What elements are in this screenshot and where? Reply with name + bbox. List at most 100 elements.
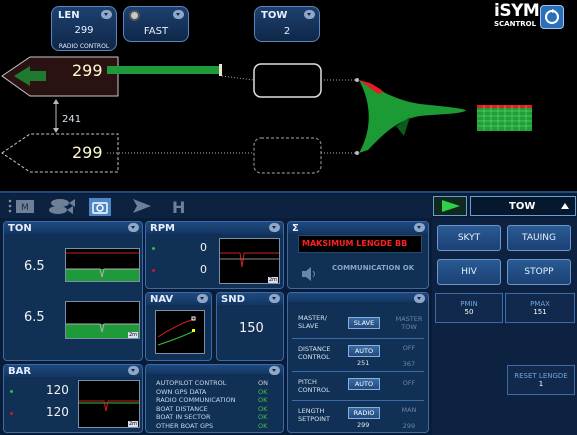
distance-control-label: DISTANCE CONTROL xyxy=(298,345,331,361)
pitch-control-button[interactable]: AUTO xyxy=(348,378,380,390)
pmin-value: 50 xyxy=(464,308,474,316)
master-slave-button[interactable]: SLAVE xyxy=(348,317,380,329)
lower-door xyxy=(253,137,322,174)
status-item-label: BOAT IN SECTOR xyxy=(156,413,211,421)
length-setpoint-button[interactable]: RADIO xyxy=(348,407,380,419)
rpm-chart-range: 2m xyxy=(267,277,278,283)
boat-distance-value: 241 xyxy=(62,114,82,125)
status-item-label: AUTOPILOT CONTROL xyxy=(156,379,227,387)
ton-lower-chart: 2m xyxy=(65,301,140,339)
reset-length-value: 1 xyxy=(538,380,544,388)
upper-wire-bar xyxy=(107,66,221,74)
rpm-dropdown-icon[interactable] xyxy=(269,223,280,232)
send-icon[interactable] xyxy=(133,199,151,213)
alarm-title: Σ xyxy=(292,223,299,234)
pitch-control-right[interactable]: OFF xyxy=(392,379,426,387)
play-button[interactable] xyxy=(433,196,467,216)
len-value: 299 xyxy=(74,25,94,36)
fish-icon[interactable] xyxy=(49,199,75,214)
len-pill[interactable]: LEN 299 RADIO CONTROL xyxy=(51,6,117,51)
status-item-label: OWN GPS DATA xyxy=(156,387,207,396)
status-item-label: BOAT DISTANCE xyxy=(156,404,208,413)
alarm-dropdown-icon[interactable] xyxy=(414,223,425,232)
chevron-up-icon xyxy=(561,203,569,209)
nav-title: NAV xyxy=(150,294,174,305)
snd-value: 150 xyxy=(239,321,264,336)
mode-select[interactable]: TOW xyxy=(470,196,576,216)
mode-label: TOW xyxy=(509,201,536,212)
tow-label: TOW xyxy=(261,10,288,21)
refresh-icon xyxy=(540,5,564,29)
status-dropdown-icon[interactable] xyxy=(269,366,280,375)
length-setpoint-right[interactable]: MAN 299 xyxy=(392,406,426,430)
speed-pill[interactable]: FAST xyxy=(123,6,189,42)
bar-lower-value: 120 xyxy=(46,405,69,419)
tow-value: 2 xyxy=(283,26,291,37)
bar-chart: 2m xyxy=(78,380,140,428)
ton-title: TON xyxy=(8,223,32,234)
status-item-value: OK xyxy=(258,387,268,396)
pmax-value: 151 xyxy=(533,308,547,316)
speed-value: FAST xyxy=(143,26,169,37)
rpm-lower-indicator xyxy=(152,269,155,272)
logo-subtext: SCANTROL xyxy=(494,20,537,28)
tauing-button[interactable]: TAUING xyxy=(507,225,571,251)
tow-pill[interactable]: TOW 2 xyxy=(254,6,320,42)
ton-upper-chart xyxy=(65,248,140,282)
bar-upper-value: 120 xyxy=(46,383,69,397)
pmax-label: PMAX xyxy=(530,300,550,308)
status-item-value: OK xyxy=(258,396,268,404)
len-dropdown-icon[interactable] xyxy=(101,10,112,19)
reset-length-button[interactable]: RESET LENGDE 1 xyxy=(507,365,575,395)
distance-control-right[interactable]: OFF 367 xyxy=(392,344,426,368)
bar-upper-indicator xyxy=(10,390,13,393)
stopp-button[interactable]: STOPP xyxy=(507,259,571,285)
tow-dropdown-icon[interactable] xyxy=(304,10,315,19)
bar-panel: BAR 120 120 2m xyxy=(3,364,143,433)
trawl-overview: 299 299 241 LEN 299 RADIO CONTROL FAST T… xyxy=(0,0,577,193)
hiv-button[interactable]: HIV xyxy=(437,259,501,285)
status-item-label: RADIO COMMUNICATION xyxy=(156,396,236,404)
status-item-value: OK xyxy=(258,421,268,430)
speaker-icon[interactable] xyxy=(301,266,317,285)
communication-status: COMMUNICATION OK xyxy=(332,264,415,272)
upper-length-value: 299 xyxy=(72,61,103,80)
svg-text:H: H xyxy=(172,198,185,217)
status-panel: AUTOPILOT CONTROL ON OWN GPS DATA OK RADIO C… xyxy=(145,364,284,433)
app-window: 299 299 241 LEN 299 RADIO CONTROL FAST T… xyxy=(0,0,577,435)
len-label: LEN xyxy=(58,10,80,21)
map-view-icon[interactable]: M xyxy=(8,199,34,213)
snd-dropdown-icon[interactable] xyxy=(269,294,280,303)
bar-dropdown-icon[interactable] xyxy=(128,366,139,375)
pitch-control-label: PITCH CONTROL xyxy=(298,378,330,394)
svg-text:M: M xyxy=(21,203,29,213)
master-slave-right[interactable]: MASTER TOW xyxy=(392,315,426,331)
nav-chart xyxy=(155,310,205,354)
gauge-icon xyxy=(129,10,140,21)
pmax-box[interactable]: PMAX 151 xyxy=(505,293,575,323)
ton-panel: TON 6.5 6.5 2m xyxy=(3,221,143,361)
speed-dropdown-icon[interactable] xyxy=(173,10,184,19)
snd-panel: SND 150 xyxy=(216,292,284,361)
ton-upper-value: 6.5 xyxy=(24,259,45,274)
skyt-button[interactable]: SKYT xyxy=(437,225,501,251)
heading-icon[interactable]: H xyxy=(172,198,185,217)
rpm-lower-value: 0 xyxy=(200,263,207,276)
rpm-panel: RPM 0 0 2m xyxy=(145,221,284,289)
control-dropdown-icon[interactable] xyxy=(414,294,425,303)
camera-icon[interactable] xyxy=(89,198,111,216)
nav-dropdown-icon[interactable] xyxy=(197,294,208,303)
control-panel: MASTER/ SLAVE SLAVE MASTER TOW DISTANCE … xyxy=(287,292,429,433)
distance-control-button[interactable]: AUTO xyxy=(348,345,380,357)
play-icon xyxy=(442,200,460,212)
rpm-chart: 2m xyxy=(219,238,280,284)
length-setpoint-label: LENGTH SETPOINT xyxy=(298,407,330,423)
len-mode: RADIO CONTROL xyxy=(58,43,110,50)
status-item-value: OK xyxy=(258,413,268,421)
pmin-label: PMIN xyxy=(460,300,478,308)
bar-title: BAR xyxy=(8,366,32,377)
ton-dropdown-icon[interactable] xyxy=(128,223,139,232)
alarm-message: MAKSIMUM LENGDE BB xyxy=(302,239,408,248)
pmin-box[interactable]: PMIN 50 xyxy=(435,293,503,323)
alarm-message-box: MAKSIMUM LENGDE BB xyxy=(298,235,422,253)
